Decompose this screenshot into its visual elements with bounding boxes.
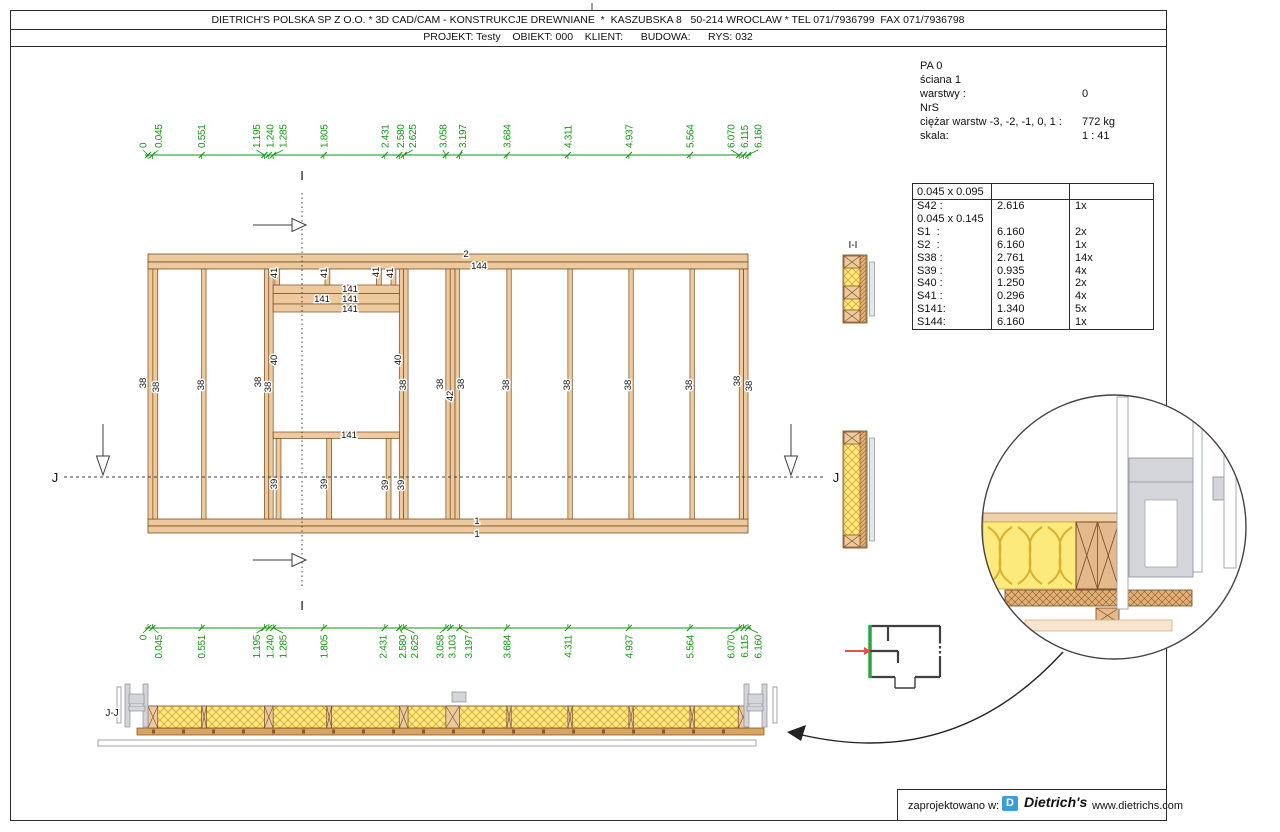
table-cell: 2.616	[997, 200, 1025, 212]
info-label: ciężar warstw -3, -2, -1, 0, 1 :	[920, 116, 1082, 130]
table-cell: S1 :	[917, 226, 940, 238]
dietrichs-logo-icon: D	[1002, 796, 1018, 811]
info-row: NrS	[920, 102, 1115, 116]
project-header: PROJEKT: Testy OBIEKT: 000 KLIENT: BUDOW…	[11, 31, 1165, 43]
cad-drawing-sheet: { "header": { "line1": "DIETRICH'S POLSK…	[0, 0, 1280, 832]
info-row: skala:1 : 41	[920, 130, 1115, 144]
table-cell: S41 :	[917, 290, 943, 302]
info-row: PA 0	[920, 60, 1115, 74]
info-label: skala:	[920, 130, 1082, 144]
info-value: 0	[1082, 88, 1088, 100]
info-value: 1 : 41	[1082, 130, 1110, 142]
table-cell: 2.761	[997, 252, 1025, 264]
table-cell: 0.045 x 0.095	[917, 186, 984, 198]
table-row: S39 : 0.935 4x	[913, 265, 1153, 278]
table-cell: S2 :	[917, 239, 940, 251]
wall-info-block: PA 0ściana 1warstwy :0NrSciężar warstw -…	[920, 60, 1115, 143]
info-row: ciężar warstw -3, -2, -1, 0, 1 :772 kg	[920, 116, 1115, 130]
table-cell: 6.160	[997, 226, 1025, 238]
table-cell: 1x	[1075, 239, 1087, 251]
table-cell: 1.340	[997, 303, 1025, 315]
table-cell: 1x	[1075, 200, 1087, 212]
table-cell: 2x	[1075, 226, 1087, 238]
company-header: DIETRICH'S POLSKA SP Z O.O. * 3D CAD/CAM…	[11, 14, 1165, 26]
table-cell: 4x	[1075, 290, 1087, 302]
info-label: NrS	[920, 102, 1082, 116]
header-separator-2	[10, 46, 1166, 47]
table-row: S144: 6.160 1x	[913, 316, 1153, 329]
header-separator	[10, 29, 1166, 30]
table-cell: 1.250	[997, 277, 1025, 289]
table-row: S2 : 6.160 1x	[913, 239, 1153, 252]
table-cell: 1x	[1075, 316, 1087, 328]
table-row: 0.045 x 0.145	[913, 213, 1153, 226]
footer-rule	[897, 789, 1166, 790]
info-value: 772 kg	[1082, 116, 1115, 128]
table-cell: S38 :	[917, 252, 943, 264]
footer-designed-in-label: zaprojektowano w:	[908, 800, 999, 812]
dietrichs-brand: Dietrich's	[1024, 794, 1087, 810]
table-cell: 14x	[1075, 252, 1093, 264]
info-label: ściana 1	[920, 74, 1082, 88]
table-row: S40 : 1.250 2x	[913, 277, 1153, 290]
table-cell: S40 :	[917, 277, 943, 289]
table-row: S1 : 6.160 2x	[913, 226, 1153, 239]
table-cell: S141:	[917, 303, 946, 315]
parts-list-table: 0.045 x 0.095S42 :2.6161x0.045 x 0.145S1…	[912, 183, 1154, 330]
table-cell: 0.296	[997, 290, 1025, 302]
footer-rule-vertical	[897, 789, 898, 820]
table-cell: 2x	[1075, 277, 1087, 289]
table-cell: S144:	[917, 316, 946, 328]
info-row: warstwy :0	[920, 88, 1115, 102]
info-label: warstwy :	[920, 88, 1082, 102]
table-cell: 6.160	[997, 316, 1025, 328]
table-cell: 0.045 x 0.145	[917, 213, 984, 225]
table-row: S38 : 2.761 14x	[913, 252, 1153, 265]
info-row: ściana 1	[920, 74, 1115, 88]
table-row: S141: 1.340 5x	[913, 303, 1153, 316]
table-row: 0.045 x 0.095	[913, 186, 1153, 199]
table-cell: 6.160	[997, 239, 1025, 251]
table-cell: S39 :	[917, 265, 943, 277]
table-row: S41 : 0.296 4x	[913, 290, 1153, 303]
table-cell: 0.935	[997, 265, 1025, 277]
table-cell: S42 :	[917, 200, 943, 212]
table-cell: 4x	[1075, 265, 1087, 277]
dietrichs-website-link[interactable]: www.dietrichs.com	[1092, 800, 1183, 812]
info-label: PA 0	[920, 60, 1082, 74]
table-row: S42 : 2.616 1x	[913, 200, 1153, 213]
table-cell: 5x	[1075, 303, 1087, 315]
